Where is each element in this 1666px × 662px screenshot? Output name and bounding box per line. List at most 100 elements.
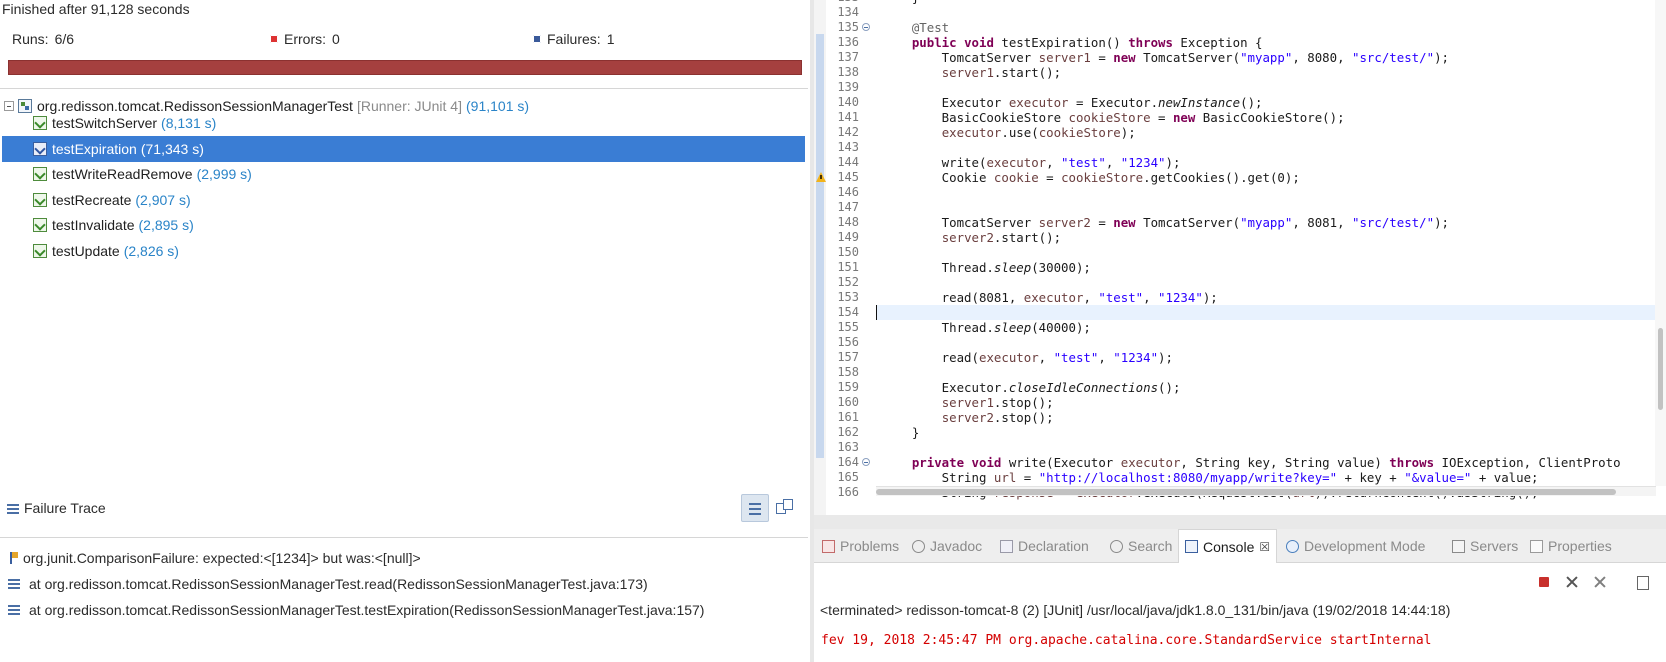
code-line[interactable]: } bbox=[882, 0, 919, 5]
line-number: 146 bbox=[837, 185, 859, 199]
trace-line[interactable]: at org.redisson.tomcat.RedissonSessionMa… bbox=[0, 599, 704, 621]
launch-info: <terminated> redisson-tomcat-8 (2) [JUni… bbox=[820, 602, 1451, 618]
line-number: 158 bbox=[837, 365, 859, 379]
code-line[interactable]: @Test bbox=[882, 20, 949, 35]
tab-properties[interactable]: Properties bbox=[1530, 529, 1612, 563]
horizontal-sash[interactable] bbox=[814, 515, 1666, 529]
console-view: Problems Javadoc Declaration Search Cons… bbox=[814, 529, 1666, 662]
pin-console-button[interactable] bbox=[1634, 574, 1650, 590]
test-node-testWriteReadRemove[interactable]: testWriteReadRemove (2,999 s) bbox=[33, 161, 252, 187]
test-node-testUpdate[interactable]: testUpdate (2,826 s) bbox=[33, 238, 179, 264]
tab-console[interactable]: Console ☒ bbox=[1178, 529, 1278, 563]
code-line[interactable]: BasicCookieStore cookieStore = new Basic… bbox=[882, 110, 1345, 125]
code-area[interactable]: } @Test public void testExpiration() thr… bbox=[876, 0, 1666, 508]
code-line[interactable]: Thread.sleep(30000); bbox=[882, 260, 1091, 275]
current-code-line[interactable] bbox=[876, 305, 1666, 320]
view-tabs: Problems Javadoc Declaration Search Cons… bbox=[814, 529, 1666, 563]
tab-label: Development Mode bbox=[1304, 538, 1426, 554]
tab-declaration[interactable]: Declaration bbox=[1000, 529, 1089, 563]
code-line[interactable]: public void testExpiration() throws Exce… bbox=[882, 35, 1263, 50]
console-toolbar bbox=[814, 563, 1666, 597]
line-number: 144 bbox=[837, 155, 859, 169]
diff-band bbox=[816, 34, 824, 458]
test-node-testRecreate[interactable]: testRecreate (2,907 s) bbox=[33, 187, 191, 213]
code-line[interactable]: Executor.closeIdleConnections(); bbox=[882, 380, 1181, 395]
line-number: 155 bbox=[837, 320, 859, 334]
code-line[interactable]: server1.start(); bbox=[882, 65, 1061, 80]
test-name: testRecreate bbox=[52, 192, 132, 208]
code-line[interactable]: Executor executor = Executor.newInstance… bbox=[882, 95, 1263, 110]
vertical-scrollbar[interactable] bbox=[1655, 0, 1666, 486]
test-name: testSwitchServer bbox=[52, 115, 158, 131]
console-output: fev 19, 2018 2:45:47 PM org.apache.catal… bbox=[821, 633, 1432, 648]
test-time: (2,907 s) bbox=[135, 192, 191, 208]
trace-text: org.junit.ComparisonFailure: expected:<[… bbox=[23, 550, 421, 566]
scroll-thumb[interactable] bbox=[876, 489, 1616, 495]
line-number: 142 bbox=[837, 125, 859, 139]
line-number: 162 bbox=[837, 425, 859, 439]
line-number: 161 bbox=[837, 410, 859, 424]
code-line[interactable]: write(executor, "test", "1234"); bbox=[882, 155, 1181, 170]
errors-label: Errors: bbox=[284, 31, 326, 47]
code-line[interactable]: server1.stop(); bbox=[882, 395, 1054, 410]
close-icon[interactable]: ☒ bbox=[1259, 540, 1270, 554]
code-line[interactable]: TomcatServer server2 = new TomcatServer(… bbox=[882, 215, 1449, 230]
line-number: 137 bbox=[837, 50, 859, 64]
failure-trace-header: Failure Trace bbox=[0, 494, 808, 524]
trace-line[interactable]: org.junit.ComparisonFailure: expected:<[… bbox=[0, 547, 421, 569]
horizontal-scrollbar[interactable] bbox=[876, 486, 1656, 496]
tab-javadoc[interactable]: Javadoc bbox=[912, 529, 982, 563]
fold-collapse-icon[interactable] bbox=[862, 458, 870, 466]
test-passed-icon bbox=[33, 116, 47, 130]
code-line[interactable]: read(executor, "test", "1234"); bbox=[882, 350, 1173, 365]
code-line[interactable]: read(8081, executor, "test", "1234"); bbox=[882, 290, 1218, 305]
code-line[interactable]: Cookie cookie = cookieStore.getCookies()… bbox=[882, 170, 1300, 185]
test-time: (2,895 s) bbox=[138, 217, 194, 233]
code-line[interactable]: private void write(Executor executor, St… bbox=[882, 455, 1621, 470]
servers-icon bbox=[1452, 539, 1465, 553]
code-line[interactable]: server2.stop(); bbox=[882, 410, 1054, 425]
stack-trace-icon bbox=[7, 504, 19, 514]
remove-all-terminated-button[interactable] bbox=[1592, 574, 1608, 590]
javadoc-icon bbox=[912, 539, 925, 553]
compare-result-button[interactable] bbox=[775, 498, 793, 516]
code-editor[interactable]: 1331341351361371381391401411421431441451… bbox=[814, 0, 1666, 515]
test-node-testExpiration[interactable]: testExpiration (71,343 s) bbox=[2, 136, 805, 162]
progress-bar bbox=[8, 60, 802, 75]
line-number: 165 bbox=[837, 470, 859, 484]
line-number: 159 bbox=[837, 380, 859, 394]
scroll-thumb[interactable] bbox=[1658, 328, 1663, 410]
line-number: 148 bbox=[837, 215, 859, 229]
tab-problems[interactable]: Problems bbox=[822, 529, 899, 563]
tab-servers[interactable]: Servers bbox=[1452, 529, 1518, 563]
code-line[interactable]: String url = "http://localhost:8080/myap… bbox=[882, 470, 1539, 485]
test-node-testInvalidate[interactable]: testInvalidate (2,895 s) bbox=[33, 212, 194, 238]
code-line[interactable]: } bbox=[882, 425, 919, 440]
code-line[interactable]: Thread.sleep(40000); bbox=[882, 320, 1091, 335]
tab-label: Properties bbox=[1548, 538, 1612, 554]
terminate-button[interactable] bbox=[1536, 574, 1552, 590]
properties-icon bbox=[1530, 539, 1543, 553]
tab-label: Console bbox=[1203, 538, 1255, 555]
trace-text: at org.redisson.tomcat.RedissonSessionMa… bbox=[29, 602, 705, 618]
line-number: 152 bbox=[837, 275, 859, 289]
line-number: 150 bbox=[837, 245, 859, 259]
filter-stack-trace-button[interactable] bbox=[741, 494, 769, 522]
test-node-testSwitchServer[interactable]: testSwitchServer (8,131 s) bbox=[33, 110, 216, 136]
line-number: 164 bbox=[837, 455, 859, 469]
stack-frame-icon bbox=[8, 579, 20, 589]
tab-search[interactable]: Search bbox=[1110, 529, 1172, 563]
tab-development-mode[interactable]: Development Mode bbox=[1286, 529, 1425, 563]
comparison-failure-icon bbox=[9, 551, 19, 565]
line-number: 163 bbox=[837, 440, 859, 454]
test-passed-icon bbox=[33, 193, 47, 207]
collapse-icon[interactable] bbox=[4, 101, 14, 111]
remove-launch-button[interactable] bbox=[1564, 574, 1580, 590]
trace-line[interactable]: at org.redisson.tomcat.RedissonSessionMa… bbox=[0, 573, 648, 595]
failure-icon bbox=[533, 35, 541, 43]
code-line[interactable]: server2.start(); bbox=[882, 230, 1061, 245]
code-line[interactable]: executor.use(cookieStore); bbox=[882, 125, 1136, 140]
code-line[interactable]: TomcatServer server1 = new TomcatServer(… bbox=[882, 50, 1449, 65]
line-number: 141 bbox=[837, 110, 859, 124]
fold-collapse-icon[interactable] bbox=[862, 23, 870, 31]
